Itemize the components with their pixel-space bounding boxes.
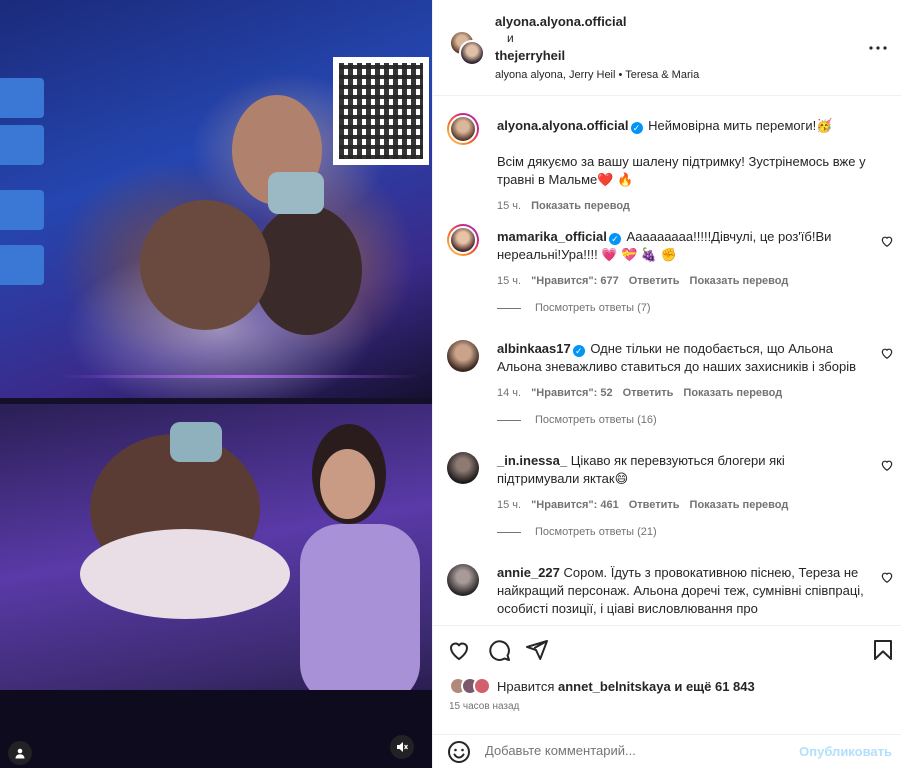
comment-likes[interactable]: "Нравится": 677 <box>531 275 619 287</box>
audio-attribution[interactable]: alyona alyona, Jerry Heil • Teresa & Mar… <box>495 69 699 81</box>
post-timestamp[interactable]: 15 часов назад <box>449 701 519 712</box>
comment-time[interactable]: 15 ч. <box>497 275 521 287</box>
share-icon[interactable] <box>525 638 549 662</box>
post-action-bar <box>433 625 901 672</box>
verified-badge-icon: ✓ <box>572 345 585 357</box>
avatar[interactable] <box>447 340 479 372</box>
view-replies-button[interactable]: Посмотреть ответы (16) <box>497 414 657 426</box>
comment-body: albinkaas17 ✓ Одне тільки не подобається,… <box>497 340 869 402</box>
reply-link[interactable]: Ответить <box>629 499 680 511</box>
verified-badge-icon: ✓ <box>630 122 643 134</box>
stage-panel <box>0 78 44 118</box>
avatar[interactable] <box>459 40 485 66</box>
comment-time[interactable]: 15 ч. <box>497 499 521 511</box>
more-icon <box>869 46 887 50</box>
comment-username[interactable]: albinkaas17 <box>497 341 571 356</box>
hat <box>268 172 324 214</box>
likes-prefix: Нравится <box>497 678 555 694</box>
liker-avatars <box>449 677 491 695</box>
video-frame-top <box>0 0 432 398</box>
stage-panel <box>0 125 44 165</box>
comments-scroll-area[interactable]: alyona.alyona.official ✓ Неймовірна мить … <box>433 97 901 625</box>
avatar[interactable] <box>447 564 479 596</box>
publish-button[interactable]: Опубликовать <box>799 744 892 759</box>
person-head <box>320 449 375 519</box>
stage-panel <box>0 190 44 230</box>
verified-badge-icon: ✓ <box>608 233 621 245</box>
like-heart-icon[interactable] <box>880 234 894 248</box>
likes-count[interactable]: и ещё 61 843 <box>674 679 754 694</box>
post-dialog: alyona.alyona.official и thejerryheil al… <box>0 0 901 768</box>
person-head <box>140 200 270 330</box>
liker-username[interactable]: annet_belnitskaya <box>558 679 671 694</box>
comment-time[interactable]: 14 ч. <box>497 387 521 399</box>
collab-avatars[interactable] <box>449 30 485 66</box>
person-body <box>300 524 420 704</box>
view-replies-button[interactable]: Посмотреть ответы (7) <box>497 302 651 314</box>
comment-composer: Опубликовать <box>433 734 901 768</box>
translate-link[interactable]: Показать перевод <box>683 387 782 399</box>
translate-link[interactable]: Показать перевод <box>690 499 789 511</box>
video-letterbox <box>0 690 432 768</box>
author-username[interactable]: alyona.alyona.official <box>495 14 627 29</box>
post-side-panel: alyona.alyona.official и thejerryheil al… <box>432 0 901 768</box>
emoji-icon[interactable] <box>447 740 471 764</box>
like-heart-icon[interactable] <box>880 346 894 360</box>
avatar[interactable] <box>447 452 479 484</box>
avatar <box>473 677 491 695</box>
like-heart-icon[interactable] <box>880 570 894 584</box>
comment-likes[interactable]: "Нравится": 52 <box>531 387 612 399</box>
view-replies-label: Посмотреть ответы (16) <box>535 414 657 426</box>
comment-body: mamarika_official ✓ Ааааааааа!!!!!Дівчулі… <box>497 228 869 290</box>
comment-username[interactable]: _in.inessa_ <box>497 453 567 468</box>
heart-icon[interactable] <box>447 638 471 662</box>
likes-summary[interactable]: Нравится annet_belnitskaya и ещё 61 843 <box>449 676 755 696</box>
mute-button[interactable] <box>390 735 414 759</box>
user-tag-icon <box>15 748 25 759</box>
comment-body: _in.inessa_ Цікаво як перевзуються блоге… <box>497 452 869 514</box>
coauthor-username[interactable]: thejerryheil <box>495 48 627 63</box>
caption-line1: Неймовірна мить перемоги!🥳 <box>648 118 833 133</box>
post-media-video[interactable] <box>0 0 432 768</box>
translate-link[interactable]: Показать перевод <box>531 200 630 212</box>
reply-link[interactable]: Ответить <box>629 275 680 287</box>
person-arms <box>80 529 290 619</box>
avatar[interactable] <box>447 113 479 145</box>
comment-likes[interactable]: "Нравится": 461 <box>531 499 619 511</box>
like-heart-icon[interactable] <box>880 458 894 472</box>
comment-body: annie_227 Сором. Їдуть з провокативною п… <box>497 564 869 618</box>
collab-names: alyona.alyona.official и thejerryheil <box>495 14 627 63</box>
translate-link[interactable]: Показать перевод <box>690 275 789 287</box>
mute-icon <box>397 742 408 752</box>
user-tag-button[interactable] <box>8 741 32 765</box>
view-replies-label: Посмотреть ответы (7) <box>535 302 651 314</box>
comment-input[interactable] <box>485 743 785 758</box>
qr-code <box>333 57 429 165</box>
conjunction: и <box>507 31 514 45</box>
view-replies-label: Посмотреть ответы (21) <box>535 526 657 538</box>
view-replies-button[interactable]: Посмотреть ответы (21) <box>497 526 657 538</box>
comment-icon[interactable] <box>487 638 511 662</box>
caption-username[interactable]: alyona.alyona.official <box>497 118 629 133</box>
reply-link[interactable]: Ответить <box>623 387 674 399</box>
caption-time[interactable]: 15 ч. <box>497 200 521 212</box>
hat <box>170 422 222 462</box>
caption-line2: Всім дякуємо за вашу шалену підтримку! З… <box>497 154 866 187</box>
bookmark-icon[interactable] <box>871 638 895 662</box>
post-header: alyona.alyona.official и thejerryheil al… <box>433 0 901 96</box>
neon-stripe <box>60 375 420 378</box>
comment-username[interactable]: mamarika_official <box>497 229 607 244</box>
avatar[interactable] <box>447 224 479 256</box>
caption-body: alyona.alyona.official ✓ Неймовірна мить … <box>497 117 869 215</box>
comment-username[interactable]: annie_227 <box>497 565 560 580</box>
more-options-button[interactable] <box>868 38 888 58</box>
stage-panel <box>0 245 44 285</box>
